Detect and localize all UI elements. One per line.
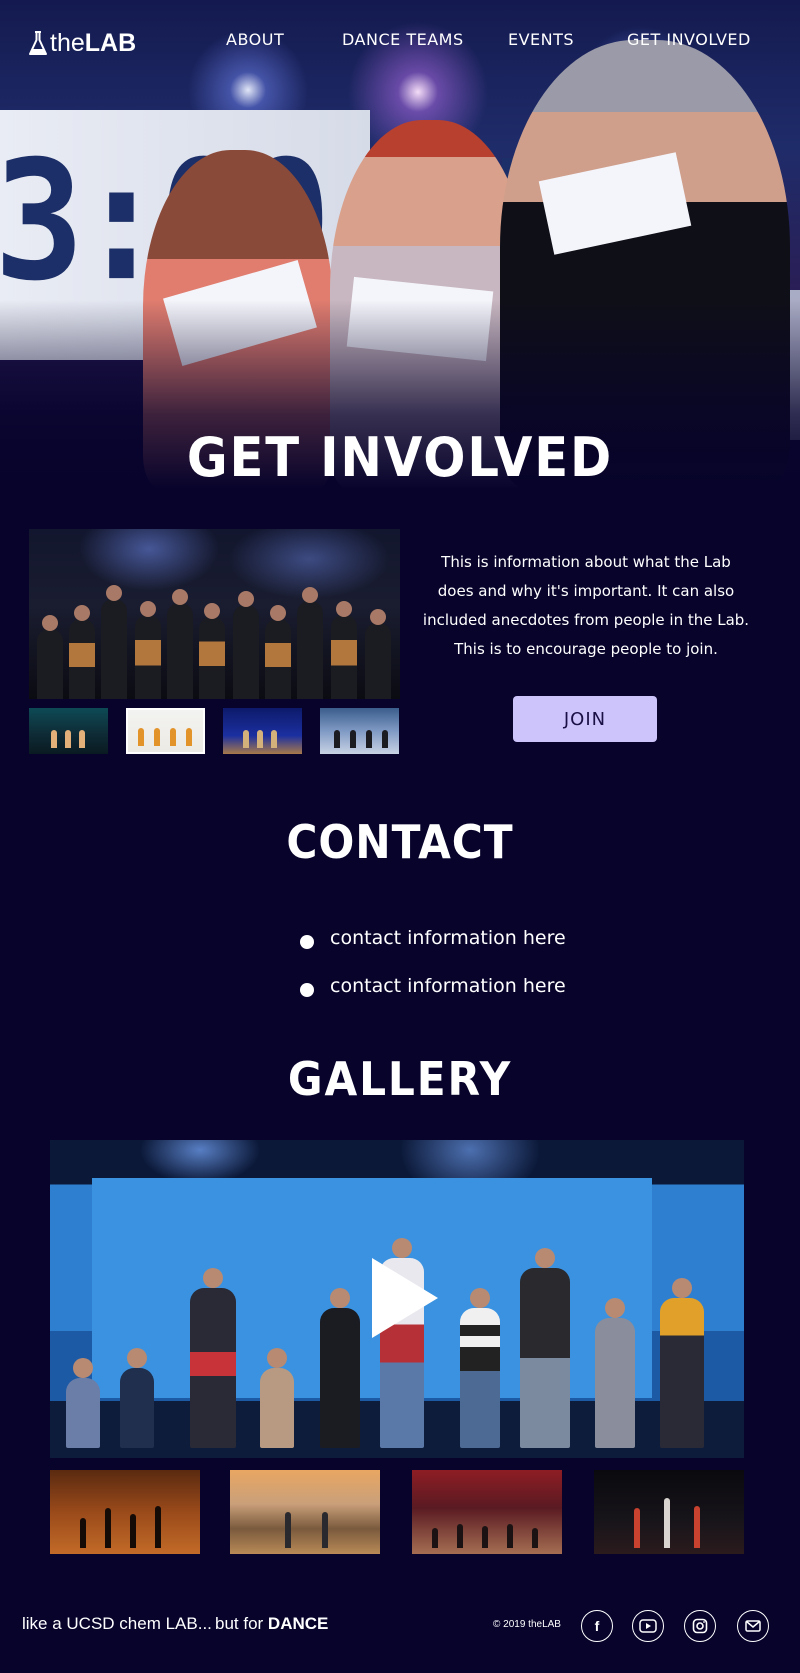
thumb-figure [130, 1514, 136, 1548]
involved-thumbnail-strip [29, 708, 400, 754]
contact-item-text: contact information here [330, 927, 566, 949]
thumb-figure [322, 1512, 328, 1548]
join-button[interactable]: JOIN [513, 696, 657, 742]
thumb-figure [366, 730, 372, 748]
photo-figure [135, 601, 161, 699]
involved-thumbnail[interactable] [320, 708, 399, 754]
photo-figure [37, 615, 63, 699]
thumb-figure [634, 1508, 640, 1548]
thumb-figure [257, 730, 263, 748]
thumb-figure [51, 730, 57, 748]
video-dancer [320, 1288, 360, 1448]
involved-main-photo [29, 529, 400, 699]
video-dancer [660, 1278, 704, 1448]
thumb-figure [80, 1518, 86, 1548]
gallery-thumbnail[interactable] [230, 1470, 380, 1554]
nav-item-get-involved[interactable]: GET INVOLVED [627, 30, 751, 49]
thumb-figure [285, 1512, 291, 1548]
video-dancer [595, 1298, 635, 1448]
involved-thumbnail[interactable] [126, 708, 205, 754]
gallery-video-player[interactable] [50, 1140, 744, 1458]
instagram-icon [692, 1618, 708, 1634]
gallery-thumbnail-strip [50, 1470, 744, 1554]
thumb-figure [350, 730, 356, 748]
photo-figure [331, 601, 357, 699]
thumb-figure [382, 730, 388, 748]
contact-heading: CONTACT [286, 815, 514, 869]
involved-thumbnail[interactable] [29, 708, 108, 754]
bullet-icon [300, 983, 314, 997]
video-dancer [190, 1268, 236, 1448]
video-dancer [520, 1248, 570, 1448]
thumb-figure [532, 1528, 538, 1548]
involved-description: This is information about what the Lab d… [422, 553, 750, 658]
footer-tagline-part2: but for DANCE [215, 1614, 328, 1634]
footer-tagline-prefix: but for [215, 1614, 268, 1633]
thumb-figure [694, 1506, 700, 1548]
video-dancer [260, 1348, 294, 1448]
thumb-figure [155, 1506, 161, 1548]
instagram-link[interactable] [684, 1610, 716, 1642]
thumb-figure [664, 1498, 670, 1548]
thumb-figure [138, 728, 144, 746]
gallery-thumbnail[interactable] [50, 1470, 200, 1554]
photo-figure [199, 603, 225, 699]
thumb-figure [271, 730, 277, 748]
gallery-heading: GALLERY [287, 1052, 513, 1106]
contact-list: contact information here contact informa… [300, 914, 620, 1010]
mail-link[interactable] [737, 1610, 769, 1642]
facebook-icon: f [594, 1618, 600, 1634]
youtube-icon [639, 1619, 657, 1633]
nav-item-events[interactable]: EVENTS [508, 30, 574, 49]
video-dancer [66, 1358, 100, 1448]
involved-thumbnail[interactable] [223, 708, 302, 754]
thumb-figure [186, 728, 192, 746]
thumb-figure [334, 730, 340, 748]
thumb-figure [482, 1526, 488, 1548]
photo-figure [365, 609, 391, 699]
contact-item: contact information here [300, 962, 620, 1010]
photo-figure [233, 591, 259, 699]
photo-figure [69, 605, 95, 699]
photo-figure [297, 587, 323, 699]
main-nav: ABOUT DANCE TEAMS EVENTS GET INVOLVED [0, 30, 800, 56]
video-dancer [120, 1348, 154, 1448]
photo-figure [265, 605, 291, 699]
thumb-figure [432, 1528, 438, 1548]
bullet-icon [300, 935, 314, 949]
thumb-figure [79, 730, 85, 748]
thumb-figure [457, 1524, 463, 1548]
thumb-figure [170, 728, 176, 746]
facebook-link[interactable]: f [581, 1610, 613, 1642]
video-dancer [460, 1288, 500, 1448]
photo-figure [167, 589, 193, 699]
thumb-figure [507, 1524, 513, 1548]
play-icon[interactable] [372, 1258, 438, 1338]
youtube-link[interactable] [632, 1610, 664, 1642]
thumb-figure [65, 730, 71, 748]
thumb-figure [154, 728, 160, 746]
mail-icon [745, 1620, 761, 1632]
contact-item-text: contact information here [330, 975, 566, 997]
page-title: GET INVOLVED [186, 426, 614, 489]
hero-banner: 3:00:45 [0, 0, 800, 488]
footer-tagline-part1: like a UCSD chem LAB... [22, 1614, 212, 1633]
nav-item-dance-teams[interactable]: DANCE TEAMS [342, 30, 464, 49]
nav-item-about[interactable]: ABOUT [226, 30, 284, 49]
thumb-figure [243, 730, 249, 748]
photo-figure [101, 585, 127, 699]
thumb-figure [105, 1508, 111, 1548]
gallery-thumbnail[interactable] [412, 1470, 562, 1554]
footer-copyright: © 2019 theLAB [493, 1619, 561, 1630]
gallery-thumbnail[interactable] [594, 1470, 744, 1554]
contact-item: contact information here [300, 914, 620, 962]
footer-tagline-emphasis: DANCE [267, 1614, 329, 1633]
